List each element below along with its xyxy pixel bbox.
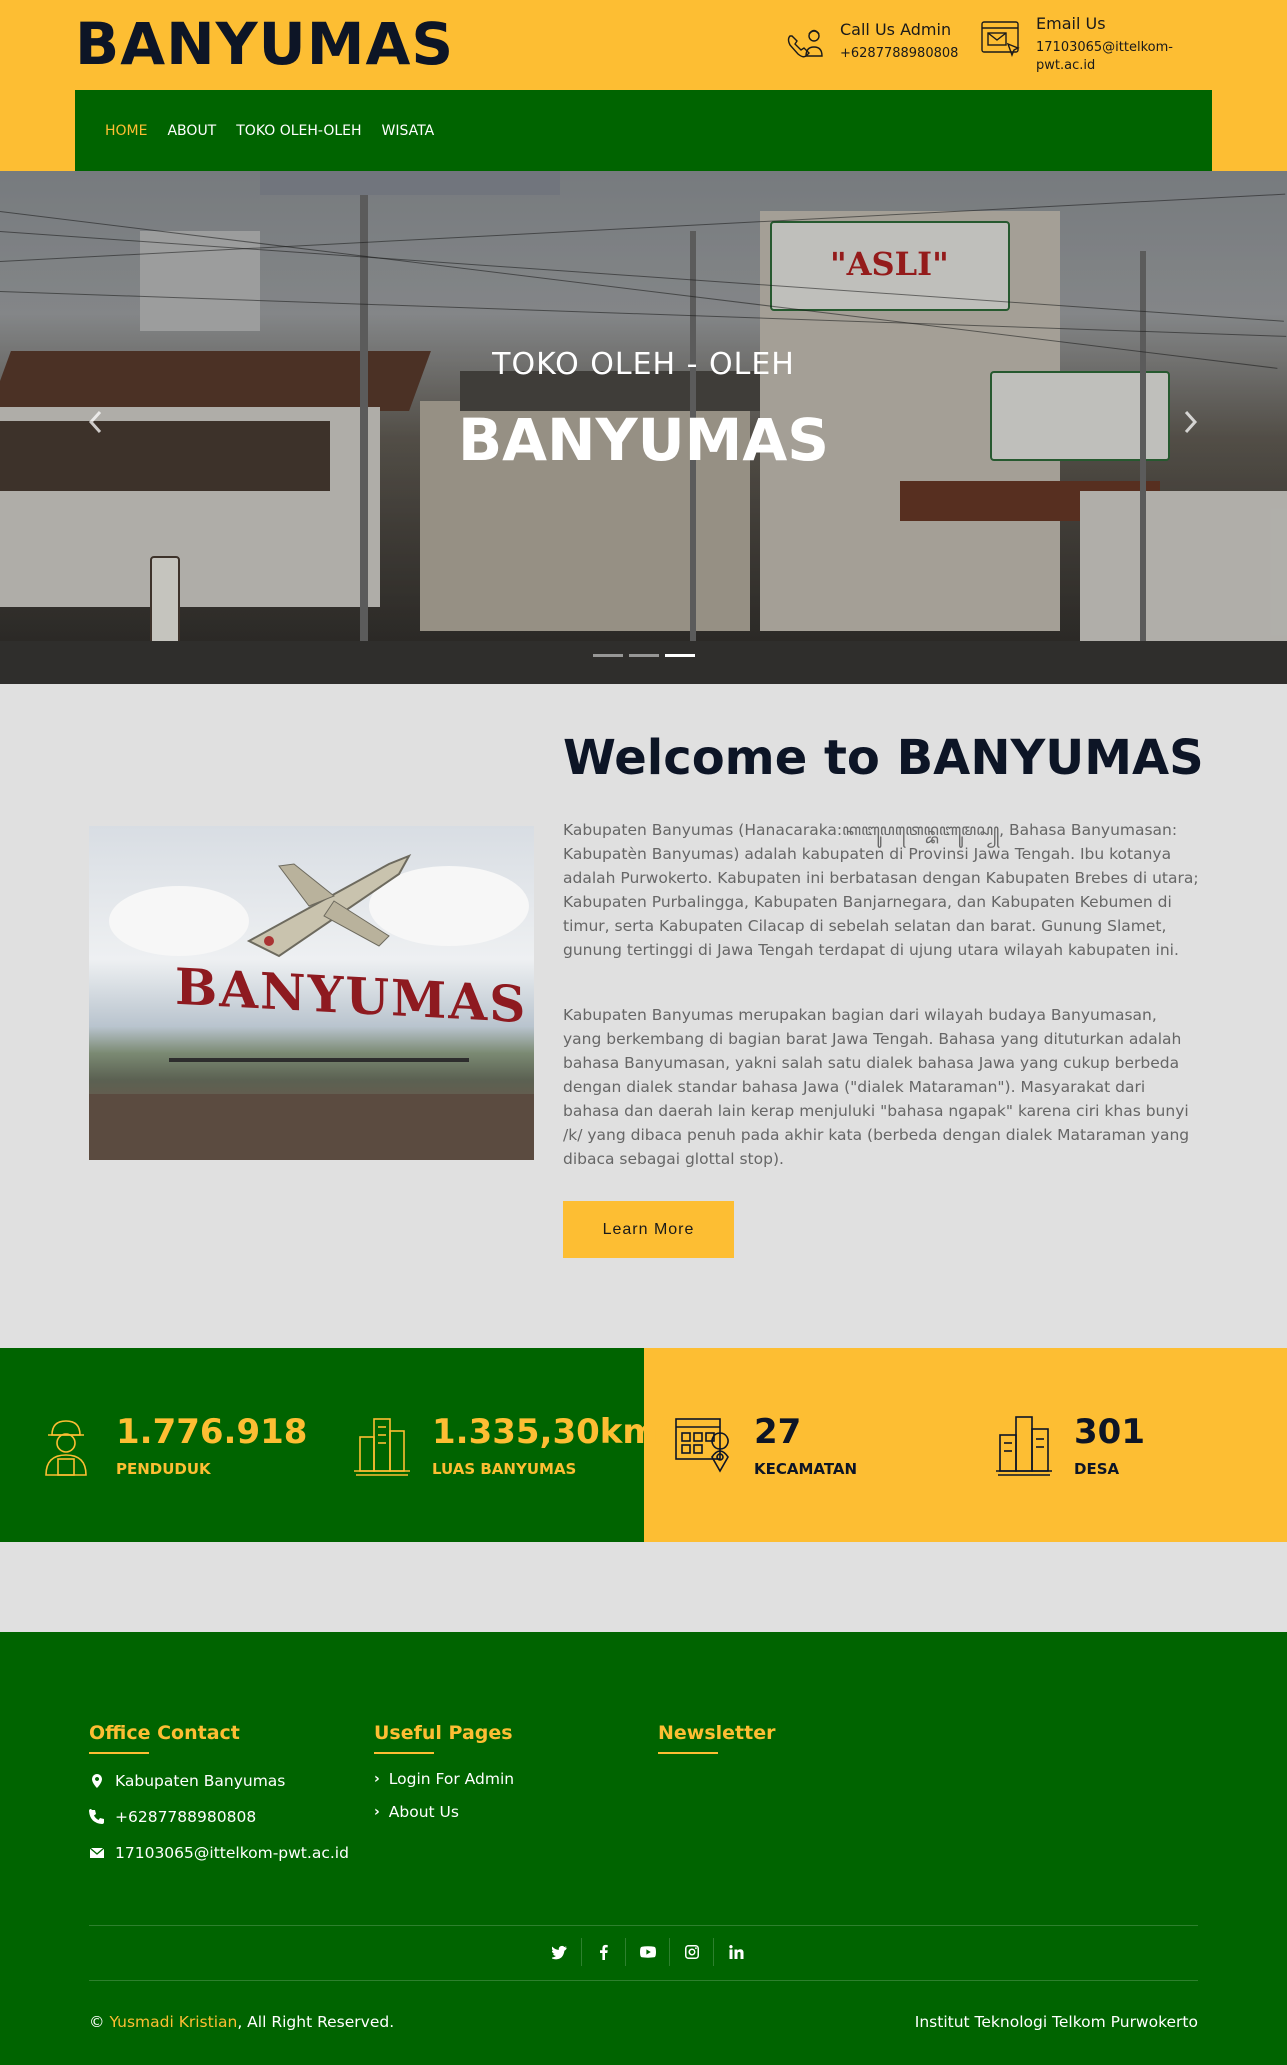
nav-item-wisata[interactable]: WISATA	[382, 123, 435, 139]
copyright-suffix: , All Right Reserved.	[237, 2013, 395, 2031]
about-heading: Welcome to BANYUMAS	[563, 730, 1204, 786]
about-image: BANYUMAS	[89, 826, 534, 1160]
monument-base	[89, 1094, 534, 1160]
footer-divider-top	[89, 1925, 1198, 1926]
footer-email[interactable]: 17103065@ittelkom-pwt.ac.id	[89, 1844, 349, 1862]
footer-email-text: 17103065@ittelkom-pwt.ac.id	[115, 1844, 349, 1862]
nav-item-toko-oleh-oleh[interactable]: TOKO OLEH-OLEH	[236, 123, 361, 139]
chevron-right-icon	[1184, 410, 1198, 434]
about-paragraph-1: Kabupaten Banyumas (Hanacaraka:ꦏꦧꦸꦥꦠꦺꦤ꧀ꦧ…	[563, 821, 1199, 959]
chevron-right-icon: ›	[374, 1771, 380, 1787]
fact-penduduk-value: 1.776.918	[116, 1412, 308, 1452]
hero-carousel: "ASLI" TOKO OLEH - OLEH BANYUMAS	[0, 171, 1287, 684]
worker-icon	[45, 1420, 87, 1476]
fact-desa: 301 DESA	[994, 1348, 1145, 1542]
chevron-right-icon: ›	[374, 1804, 380, 1820]
email-us-address[interactable]: 17103065@ittelkom-pwt.ac.id	[1036, 39, 1176, 75]
fact-luas: 1.335,30km² LUAS BANYUMAS	[352, 1348, 673, 1542]
footer-copyright: © Yusmadi Kristian, All Right Reserved.	[89, 2013, 394, 2031]
footer-social-links	[538, 1938, 758, 1966]
nav-item-about[interactable]: ABOUT	[167, 123, 216, 139]
footer-newsletter: Newsletter	[658, 1722, 775, 1754]
footer-title-underline	[658, 1752, 718, 1754]
location-building-icon	[675, 1418, 729, 1473]
footer-phone[interactable]: +6287788980808	[89, 1808, 349, 1826]
social-youtube-link[interactable]	[626, 1938, 670, 1966]
fact-penduduk-label: PENDUDUK	[116, 1460, 211, 1478]
social-facebook-link[interactable]	[582, 1938, 626, 1966]
copyright-prefix: ©	[89, 2013, 110, 2031]
learn-more-button[interactable]: Learn More	[563, 1201, 734, 1258]
top-header: BANYUMAS Call Us Admin +6287788980808 Em…	[0, 0, 1287, 171]
envelope-icon	[89, 1847, 105, 1858]
jet-monument-icon	[246, 854, 412, 958]
footer-link-about-us-label: About Us	[388, 1803, 459, 1821]
footer-address-text: Kabupaten Banyumas	[115, 1772, 286, 1790]
fact-luas-value: 1.335,30km²	[432, 1412, 673, 1452]
fountain-arch	[169, 1058, 469, 1088]
instagram-icon	[684, 1945, 699, 1959]
email-us-contact: Email Us 17103065@ittelkom-pwt.ac.id	[980, 14, 1176, 75]
city-icon	[996, 1416, 1052, 1476]
nav-item-home[interactable]: HOME	[105, 123, 147, 139]
call-us-number[interactable]: +6287788980808	[840, 45, 958, 63]
map-marker-icon	[92, 1774, 102, 1788]
footer-pages-title: Useful Pages	[374, 1722, 513, 1744]
footer-link-login-admin-label: Login For Admin	[388, 1770, 515, 1788]
main-navbar: HOME ABOUT TOKO OLEH-OLEH WISATA	[75, 90, 1212, 171]
footer-title-underline	[374, 1752, 434, 1754]
carousel-next-button[interactable]	[1178, 407, 1202, 437]
footer-link-login-admin[interactable]: › Login For Admin	[374, 1770, 514, 1788]
fact-kecamatan: 27 KECAMATAN	[674, 1348, 857, 1542]
call-us-title: Call Us Admin	[840, 20, 952, 39]
linkedin-icon	[729, 1945, 744, 1959]
fact-luas-label: LUAS BANYUMAS	[432, 1460, 577, 1478]
social-twitter-link[interactable]	[538, 1938, 582, 1966]
call-us-contact: Call Us Admin +6287788980808	[784, 20, 958, 68]
about-paragraph-2: Kabupaten Banyumas merupakan bagian dari…	[563, 1006, 1190, 1168]
social-linkedin-link[interactable]	[714, 1938, 758, 1966]
email-screen-icon	[981, 21, 1020, 57]
fact-penduduk: 1.776.918 PENDUDUK	[36, 1348, 307, 1542]
facebook-icon	[599, 1944, 608, 1960]
fact-desa-value: 301	[1074, 1412, 1145, 1452]
carousel-indicator-1[interactable]	[593, 654, 623, 657]
carousel-prev-button[interactable]	[84, 407, 108, 437]
phone-support-icon	[787, 29, 823, 58]
buildings-icon	[354, 1418, 410, 1476]
hero-title: BANYUMAS	[457, 406, 830, 474]
fact-kecamatan-value: 27	[754, 1412, 802, 1452]
brand-logo[interactable]: BANYUMAS	[75, 10, 454, 78]
footer-institution: Institut Teknologi Telkom Purwokerto	[914, 2013, 1198, 2031]
hero-subtitle: TOKO OLEH - OLEH	[492, 347, 795, 382]
footer-title-underline	[89, 1752, 149, 1754]
fact-kecamatan-label: KECAMATAN	[754, 1460, 858, 1478]
footer-office-title: Office Contact	[89, 1722, 240, 1744]
phone-icon	[89, 1809, 104, 1824]
carousel-indicator-2[interactable]	[629, 654, 659, 657]
footer-useful-pages: Useful Pages › Login For Admin › About U…	[374, 1722, 514, 1821]
twitter-icon	[551, 1945, 567, 1960]
footer-newsletter-title: Newsletter	[658, 1722, 776, 1744]
footer-office-contact: Office Contact Kabupaten Banyumas +62877…	[89, 1722, 349, 1862]
footer-link-about-us[interactable]: › About Us	[374, 1803, 514, 1821]
email-us-title: Email Us	[1036, 14, 1106, 33]
carousel-indicator-3[interactable]	[665, 654, 695, 657]
youtube-icon	[639, 1946, 656, 1958]
fact-desa-label: DESA	[1074, 1460, 1120, 1478]
carousel-indicators	[593, 654, 701, 657]
about-image-sign-text: BANYUMAS	[175, 956, 528, 1035]
footer-address: Kabupaten Banyumas	[89, 1772, 349, 1790]
social-instagram-link[interactable]	[670, 1938, 714, 1966]
footer-divider-bottom	[89, 1980, 1198, 1981]
footer-phone-text: +6287788980808	[115, 1808, 257, 1826]
chevron-left-icon	[88, 410, 102, 434]
copyright-author-link[interactable]: Yusmadi Kristian	[109, 2013, 237, 2031]
